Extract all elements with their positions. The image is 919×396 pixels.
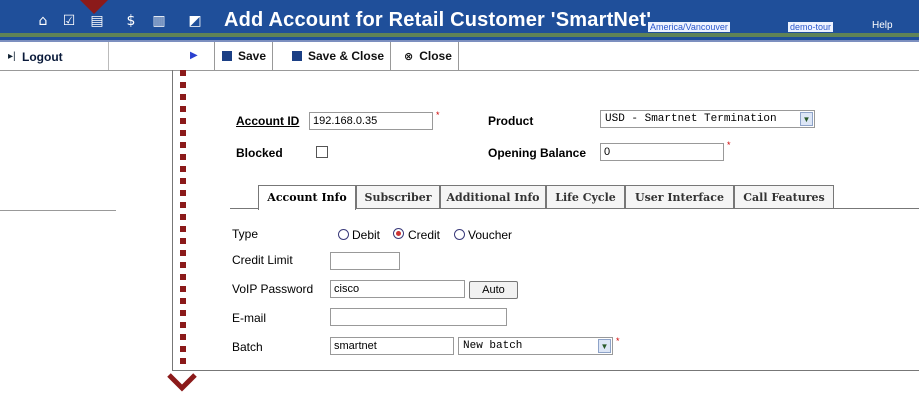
save-icon [222, 51, 232, 61]
dollar-icon[interactable]: $ [122, 12, 140, 30]
save-button[interactable]: Save [222, 42, 274, 70]
credit-radio[interactable] [393, 228, 404, 239]
toolbar: Save Save & Close ⊗ Close [172, 42, 919, 71]
chart-icon[interactable]: ▥ [150, 12, 168, 30]
account-id-label: Account ID [236, 114, 300, 128]
opening-balance-input[interactable] [600, 143, 724, 161]
save-close-label: Save & Close [308, 49, 385, 63]
email-label: E-mail [232, 311, 267, 325]
report-icon[interactable]: ◩ [186, 12, 204, 30]
batch-dropdown-icon[interactable]: ▼ [598, 339, 611, 353]
close-label: Close [419, 49, 452, 63]
required-star: * [436, 110, 440, 120]
help-label: Help [872, 20, 893, 31]
voucher-radio[interactable] [454, 229, 465, 240]
help-link[interactable]: Help [872, 20, 893, 31]
batch-label: Batch [232, 340, 263, 354]
page-title: Add Account for Retail Customer 'SmartNe… [224, 9, 652, 31]
save-label: Save [238, 49, 267, 63]
tab-additional-info[interactable]: Additional Info [440, 185, 546, 208]
required-star: * [616, 336, 620, 346]
tab-user-interface[interactable]: User Interface [625, 185, 734, 208]
voucher-label: Voucher [468, 228, 513, 242]
voip-password-input[interactable] [330, 280, 465, 298]
opening-balance-label: Opening Balance [488, 146, 587, 160]
account-id-input[interactable] [309, 112, 433, 130]
close-button[interactable]: ⊗ Close [404, 42, 459, 70]
close-icon: ⊗ [404, 50, 414, 63]
tab-life-cycle[interactable]: Life Cycle [546, 185, 625, 208]
product-dropdown-icon[interactable]: ▼ [800, 112, 813, 126]
annotation-arrow-down-icon [80, 0, 108, 14]
required-star: * [727, 140, 731, 150]
header-bar: ⌂ ☑ ▤ $ ▥ ◩ Add Account for Retail Custo… [0, 0, 919, 42]
user-link[interactable]: demo-tour [788, 22, 834, 32]
left-nav-bar: ▸| Logout [0, 42, 172, 71]
checklist-icon[interactable]: ☑ [60, 12, 78, 30]
left-divider [108, 42, 109, 70]
type-label: Type [232, 227, 259, 241]
debit-radio[interactable] [338, 229, 349, 240]
product-label: Product [488, 114, 534, 128]
tab-subscriber[interactable]: Subscriber [356, 185, 440, 208]
header-underline [0, 33, 919, 37]
blocked-checkbox[interactable] [316, 146, 328, 158]
tab-call-features[interactable]: Call Features [734, 185, 834, 208]
email-input[interactable] [330, 308, 507, 326]
annotation-dotted-line [180, 70, 186, 370]
expand-arrow-icon[interactable]: ▶ [190, 50, 198, 61]
batch-select-value: New batch [463, 340, 523, 352]
logout-button[interactable]: Logout [22, 50, 63, 64]
product-select[interactable]: USD - Smartnet Termination [600, 110, 815, 128]
voip-password-label: VoIP Password [232, 282, 314, 296]
credit-label: Credit [408, 228, 441, 242]
auto-button[interactable]: Auto [469, 281, 518, 299]
logout-icon[interactable]: ▸| [8, 51, 16, 62]
home-icon[interactable]: ⌂ [34, 12, 52, 30]
product-value: USD - Smartnet Termination [605, 113, 777, 125]
blocked-label: Blocked [236, 146, 283, 160]
batch-input[interactable] [330, 337, 454, 355]
tab-account-info[interactable]: Account Info [258, 185, 356, 210]
debit-label: Debit [352, 228, 381, 242]
credit-limit-label: Credit Limit [232, 253, 293, 267]
credit-limit-input[interactable] [330, 252, 400, 270]
panel-bottom-border [172, 370, 919, 371]
save-close-button[interactable]: Save & Close [292, 42, 392, 70]
annotation-arrow-bottom-icon [166, 372, 198, 392]
left-rule [0, 210, 116, 211]
batch-select[interactable]: New batch [458, 337, 613, 355]
panel-border [172, 70, 173, 370]
screen-icon[interactable]: ▤ [88, 12, 106, 30]
save-close-icon [292, 51, 302, 61]
timezone-link[interactable]: America/Vancouver [648, 22, 730, 32]
